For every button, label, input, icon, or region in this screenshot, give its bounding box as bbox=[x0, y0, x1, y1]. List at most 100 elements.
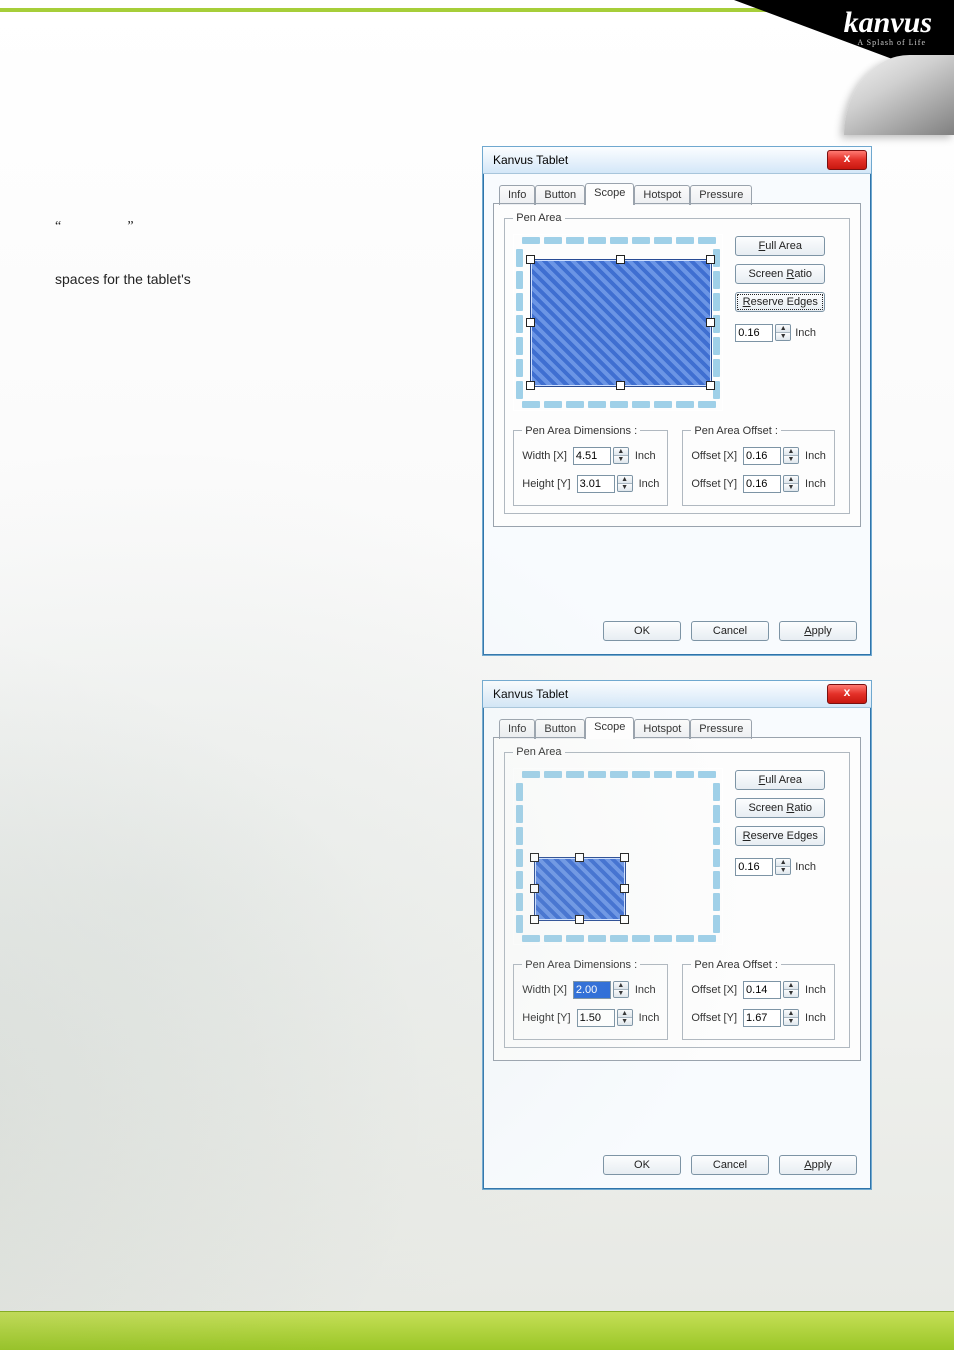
offset-y-label: Offset [Y] bbox=[691, 478, 737, 490]
spin-buttons[interactable]: ▲▼ bbox=[775, 858, 791, 875]
unit-label: Inch bbox=[795, 327, 816, 339]
active-area[interactable] bbox=[530, 259, 712, 387]
tab-scope[interactable]: Scope bbox=[585, 183, 634, 205]
full-area-button[interactable]: Full Area bbox=[735, 770, 825, 790]
spin-buttons[interactable]: ▲▼ bbox=[783, 475, 799, 492]
height-label: Height [Y] bbox=[522, 1012, 570, 1024]
offset-x-label: Offset [X] bbox=[691, 984, 737, 996]
full-area-button[interactable]: Full Area bbox=[735, 236, 825, 256]
window-title: Kanvus Tablet bbox=[493, 153, 568, 167]
active-area[interactable] bbox=[534, 857, 626, 921]
spin-control[interactable]: ▲▼ bbox=[577, 1009, 633, 1027]
close-icon[interactable]: x bbox=[827, 150, 867, 170]
spin-input[interactable] bbox=[743, 447, 781, 465]
spin-control[interactable]: ▲▼ bbox=[743, 475, 799, 493]
width-label: Width [X] bbox=[522, 984, 567, 996]
tabstrip: InfoButtonScopeHotspotPressure bbox=[493, 716, 861, 738]
tab-panel-scope: Pen Area Full Area Screen Ratio Reserve … bbox=[493, 738, 861, 1061]
offset-legend: Pen Area Offset : bbox=[691, 959, 781, 971]
window-title: Kanvus Tablet bbox=[493, 687, 568, 701]
ok-button[interactable]: OK bbox=[603, 1155, 681, 1175]
tab-panel-scope: Pen Area Full Area Screen Ratio Reserve … bbox=[493, 204, 861, 527]
spin-input[interactable] bbox=[743, 1009, 781, 1027]
pen-area-legend: Pen Area bbox=[513, 746, 564, 758]
tab-scope[interactable]: Scope bbox=[585, 717, 634, 739]
spin-control[interactable]: ▲▼ bbox=[743, 447, 799, 465]
edge-spacing-row: ▲▼ Inch bbox=[735, 858, 825, 876]
spin-control[interactable]: ▲▼ bbox=[735, 324, 791, 342]
tabstrip: InfoButtonScopeHotspotPressure bbox=[493, 182, 861, 204]
offset-fieldset: Pen Area Offset : Offset [X] ▲▼ Inch Off… bbox=[682, 959, 834, 1040]
spin-control[interactable]: ▲▼ bbox=[743, 981, 799, 999]
kanvus-tablet-dialog: Kanvus Tablet x InfoButtonScopeHotspotPr… bbox=[482, 146, 872, 656]
tab-info[interactable]: Info bbox=[499, 719, 535, 739]
tab-pressure[interactable]: Pressure bbox=[690, 719, 752, 739]
reserve-edges-button[interactable]: Reserve Edges bbox=[735, 292, 825, 312]
dimensions-fieldset: Pen Area Dimensions : Width [X] ▲▼ Inch … bbox=[513, 959, 668, 1040]
apply-button[interactable]: Apply bbox=[779, 1155, 857, 1175]
top-strip bbox=[0, 0, 954, 8]
dimensions-fieldset: Pen Area Dimensions : Width [X] ▲▼ Inch … bbox=[513, 425, 668, 506]
spin-buttons[interactable]: ▲▼ bbox=[783, 1009, 799, 1026]
spin-input[interactable] bbox=[743, 981, 781, 999]
tab-info[interactable]: Info bbox=[499, 185, 535, 205]
tab-pressure[interactable]: Pressure bbox=[690, 185, 752, 205]
spin-input[interactable] bbox=[735, 324, 773, 342]
tab-hotspot[interactable]: Hotspot bbox=[634, 185, 690, 205]
spin-input[interactable] bbox=[743, 475, 781, 493]
spin-buttons[interactable]: ▲▼ bbox=[783, 981, 799, 998]
cancel-button[interactable]: Cancel bbox=[691, 1155, 769, 1175]
spin-input[interactable] bbox=[573, 447, 611, 465]
kanvus-tablet-dialog: Kanvus Tablet x InfoButtonScopeHotspotPr… bbox=[482, 680, 872, 1190]
page-curl-icon bbox=[844, 55, 954, 135]
pen-area-fieldset: Pen Area Full Area Screen Ratio Reserve … bbox=[504, 746, 850, 1048]
document-page: kanvus A Splash of Life “ ” spaces for t… bbox=[0, 0, 954, 1350]
spin-control[interactable]: ▲▼ bbox=[735, 858, 791, 876]
tab-button[interactable]: Button bbox=[535, 719, 585, 739]
spin-control[interactable]: ▲▼ bbox=[743, 1009, 799, 1027]
reserve-edges-button[interactable]: Reserve Edges bbox=[735, 826, 825, 846]
spin-input[interactable] bbox=[573, 981, 611, 999]
screen-ratio-button[interactable]: Screen Ratio bbox=[735, 264, 825, 284]
height-label: Height [Y] bbox=[522, 478, 570, 490]
ok-button[interactable]: OK bbox=[603, 621, 681, 641]
spin-buttons[interactable]: ▲▼ bbox=[783, 447, 799, 464]
offset-x-label: Offset [X] bbox=[691, 450, 737, 462]
spin-buttons[interactable]: ▲▼ bbox=[617, 475, 633, 492]
spin-buttons[interactable]: ▲▼ bbox=[613, 447, 629, 464]
titlebar[interactable]: Kanvus Tablet x bbox=[483, 681, 871, 708]
header-rule bbox=[0, 8, 954, 12]
tab-hotspot[interactable]: Hotspot bbox=[634, 719, 690, 739]
tab-button[interactable]: Button bbox=[535, 185, 585, 205]
spin-buttons[interactable]: ▲▼ bbox=[613, 981, 629, 998]
spin-control[interactable]: ▲▼ bbox=[573, 981, 629, 999]
spin-input[interactable] bbox=[735, 858, 773, 876]
titlebar[interactable]: Kanvus Tablet x bbox=[483, 147, 871, 174]
offset-legend: Pen Area Offset : bbox=[691, 425, 781, 437]
offset-y-label: Offset [Y] bbox=[691, 1012, 737, 1024]
cancel-button[interactable]: Cancel bbox=[691, 621, 769, 641]
offset-fieldset: Pen Area Offset : Offset [X] ▲▼ Inch Off… bbox=[682, 425, 834, 506]
close-icon[interactable]: x bbox=[827, 684, 867, 704]
screen-ratio-button[interactable]: Screen Ratio bbox=[735, 798, 825, 818]
spin-input[interactable] bbox=[577, 475, 615, 493]
spin-buttons[interactable]: ▲▼ bbox=[775, 324, 791, 341]
brand-tagline: A Splash of Life bbox=[857, 38, 926, 47]
spin-control[interactable]: ▲▼ bbox=[573, 447, 629, 465]
edge-spacing-row: ▲▼ Inch bbox=[735, 324, 825, 342]
pen-area-preview[interactable] bbox=[513, 768, 723, 945]
body-text-line: spaces for the tablet's bbox=[55, 270, 435, 290]
pen-area-legend: Pen Area bbox=[513, 212, 564, 224]
spin-buttons[interactable]: ▲▼ bbox=[617, 1009, 633, 1026]
spin-input[interactable] bbox=[577, 1009, 615, 1027]
unit-label: Inch bbox=[795, 861, 816, 873]
pen-area-fieldset: Pen Area Full Area Screen Ratio Reserve … bbox=[504, 212, 850, 514]
brand-corner: kanvus A Splash of Life bbox=[734, 0, 954, 100]
spin-control[interactable]: ▲▼ bbox=[577, 475, 633, 493]
width-label: Width [X] bbox=[522, 450, 567, 462]
apply-button[interactable]: Apply bbox=[779, 621, 857, 641]
footer-bar bbox=[0, 1311, 954, 1350]
pen-area-preview[interactable] bbox=[513, 234, 723, 411]
body-text-quotes: “ ” bbox=[55, 216, 435, 236]
dimensions-legend: Pen Area Dimensions : bbox=[522, 959, 640, 971]
